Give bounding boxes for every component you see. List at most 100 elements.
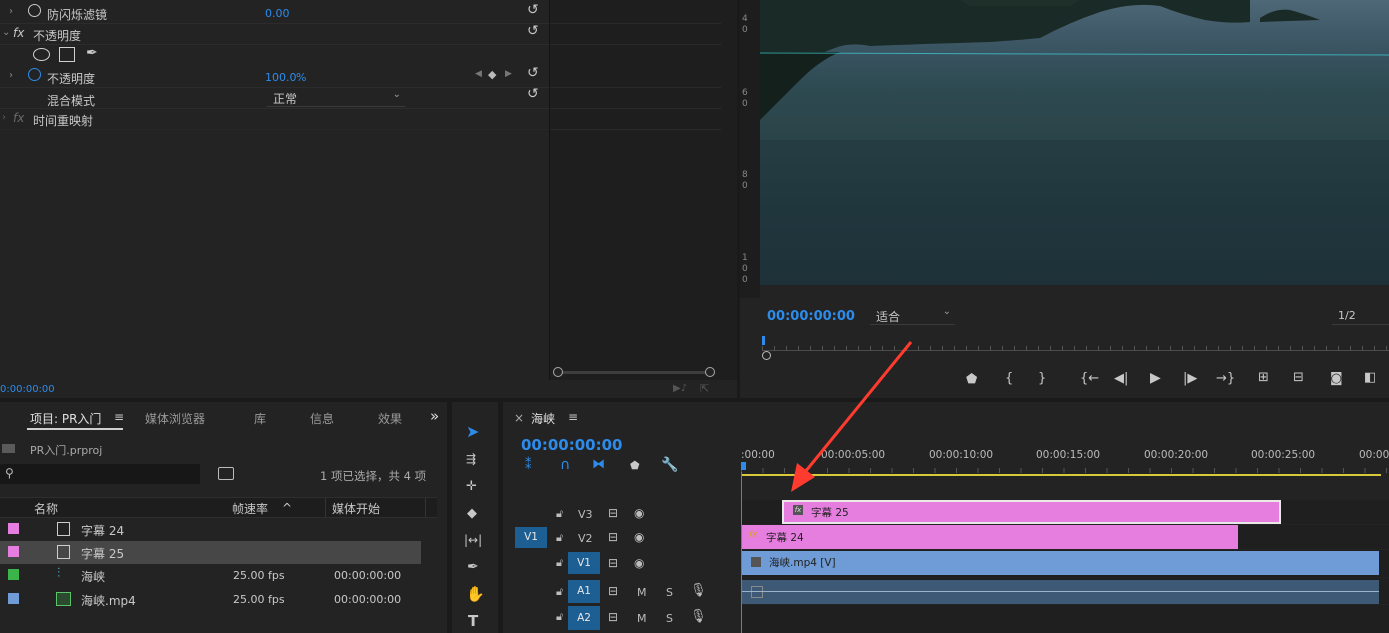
tab-sequence[interactable]: 海峡 — [531, 410, 555, 427]
sync-lock-icon[interactable]: ⊟ — [608, 556, 618, 570]
label-color-swatch[interactable] — [8, 523, 19, 534]
reset-icon[interactable]: ↺ — [527, 86, 539, 102]
program-timecode[interactable]: 00:00:00:00 — [767, 309, 855, 324]
label-color-swatch[interactable] — [8, 546, 19, 557]
sync-lock-icon[interactable]: ⊟ — [608, 506, 618, 520]
label-color-swatch[interactable] — [8, 569, 19, 580]
track-name[interactable]: V2 — [578, 532, 593, 545]
mark-in-icon[interactable]: { — [1005, 372, 1013, 386]
more-tabs-icon[interactable]: » — [430, 407, 439, 425]
pen-tool-icon[interactable]: ✒ — [467, 559, 479, 575]
add-keyframe-icon[interactable]: ◆ — [488, 68, 496, 81]
tab-libraries[interactable]: 库 — [254, 410, 266, 427]
hand-tool-icon[interactable]: ✋ — [466, 585, 485, 603]
linked-selection-icon[interactable]: ⧓ — [592, 457, 605, 472]
list-item[interactable]: 字幕 25 — [0, 541, 421, 564]
prev-keyframe-icon[interactable]: ◀ — [475, 69, 482, 79]
title-clip-v2[interactable]: fx 字幕 24 — [742, 525, 1238, 549]
track-name[interactable]: V1 — [568, 552, 600, 574]
audio-clip-a1[interactable] — [742, 580, 1379, 604]
effect-mini-timeline[interactable] — [550, 0, 737, 380]
source-patch-v1[interactable]: V1 — [515, 527, 547, 548]
mute-button[interactable]: M — [637, 612, 647, 625]
playhead-marker[interactable] — [741, 462, 746, 470]
title-clip-v3[interactable]: fx 字幕 25 — [782, 500, 1281, 524]
lock-icon[interactable]: 🔓︎ — [556, 531, 563, 545]
expand-arrow-icon[interactable]: › — [9, 70, 13, 81]
track-lane-a2[interactable] — [742, 605, 1389, 633]
mute-button[interactable]: M — [637, 586, 647, 599]
audio-filter-icon[interactable]: ▶♪ — [673, 383, 687, 394]
column-frame-rate[interactable]: 帧速率 — [232, 500, 268, 517]
reset-icon[interactable]: ↺ — [527, 2, 539, 18]
ellipse-mask-icon[interactable] — [33, 48, 50, 61]
extract-icon[interactable]: ⊟ — [1293, 371, 1304, 385]
eye-icon[interactable]: ◉ — [634, 530, 644, 544]
tab-menu-icon[interactable]: ≡ — [114, 410, 124, 424]
zoom-scrollbar[interactable] — [553, 367, 715, 377]
anti-flicker-value[interactable]: 0.00 — [265, 7, 290, 20]
mark-out-icon[interactable]: } — [1038, 372, 1046, 386]
compare-view-icon[interactable]: ◧ — [1364, 371, 1376, 385]
solo-button[interactable]: S — [666, 586, 673, 599]
zoom-handle[interactable] — [762, 351, 771, 360]
track-name[interactable]: A2 — [568, 606, 600, 630]
tab-effects[interactable]: 效果 — [378, 410, 402, 427]
lock-icon[interactable]: 🔓︎ — [556, 610, 563, 624]
track-name[interactable]: V3 — [578, 508, 593, 521]
stopwatch-icon[interactable] — [28, 4, 41, 17]
eye-icon[interactable]: ◉ — [634, 506, 644, 520]
export-frame-camera-icon[interactable]: ◙ — [1330, 372, 1343, 386]
list-item[interactable]: ⫶ 海峡 25.00 fps 00:00:00:00 — [0, 564, 421, 588]
reset-icon[interactable]: ↺ — [527, 23, 539, 39]
scrollbar-handle-left[interactable] — [553, 367, 563, 377]
play-icon[interactable]: ▶ — [1150, 371, 1161, 385]
selection-tool-icon[interactable]: ➤ — [466, 422, 479, 441]
sequence-timecode[interactable]: 00:00:00:00 — [521, 436, 623, 454]
blend-mode-dropdown[interactable]: 正常 ⌄ — [267, 89, 405, 107]
expand-arrow-icon[interactable]: ⌄ — [2, 27, 10, 38]
playhead-marker[interactable] — [762, 336, 765, 345]
step-back-icon[interactable]: ◀| — [1114, 372, 1128, 386]
next-keyframe-icon[interactable]: ▶ — [505, 69, 512, 79]
razor-tool-icon[interactable]: ◆ — [467, 506, 477, 521]
video-clip-v1[interactable]: 海峡.mp4 [V] — [742, 551, 1379, 575]
add-marker-icon[interactable]: ⬟ — [630, 459, 640, 472]
resolution-dropdown[interactable]: 1/2 — [1332, 306, 1389, 325]
expand-arrow-icon[interactable]: › — [2, 112, 6, 123]
expand-arrow-icon[interactable]: › — [9, 6, 13, 17]
fit-dropdown[interactable]: 适合 ⌄ — [870, 306, 955, 325]
wrench-settings-icon[interactable]: 🔧 — [661, 457, 678, 473]
step-forward-icon[interactable]: |▶ — [1183, 372, 1197, 386]
track-select-tool-icon[interactable]: ⇶ — [466, 452, 476, 466]
slip-tool-icon[interactable]: |↔| — [464, 533, 482, 547]
label-color-swatch[interactable] — [8, 593, 19, 604]
lift-icon[interactable]: ⊞ — [1258, 371, 1269, 385]
pen-mask-icon[interactable]: ✒ — [86, 45, 98, 61]
tab-media-browser[interactable]: 媒体浏览器 — [145, 410, 205, 427]
column-media-start[interactable]: 媒体开始 — [332, 500, 380, 517]
tab-info[interactable]: 信息 — [310, 410, 334, 427]
lock-icon[interactable]: 🔓︎ — [556, 585, 563, 599]
ripple-edit-tool-icon[interactable]: ✛ — [466, 479, 477, 494]
sync-lock-icon[interactable]: ⊟ — [608, 610, 618, 624]
tab-menu-icon[interactable]: ≡ — [568, 410, 578, 424]
sync-lock-icon[interactable]: ⊟ — [608, 530, 618, 544]
close-tab-icon[interactable]: × — [514, 411, 524, 425]
sync-lock-icon[interactable]: ⊟ — [608, 584, 618, 598]
effect-timecode[interactable]: 0:00:00:00 — [0, 384, 55, 395]
fx-badge-icon[interactable]: fx — [13, 26, 24, 40]
reset-icon[interactable]: ↺ — [527, 65, 539, 81]
lock-icon[interactable]: 🔓︎ — [556, 556, 563, 570]
snap-icon[interactable]: ∩ — [560, 457, 570, 473]
opacity-value[interactable]: 100.0 — [265, 71, 297, 84]
export-icon[interactable]: ⇱ — [700, 382, 709, 395]
add-marker-icon[interactable]: ⬟ — [966, 373, 977, 387]
stopwatch-active-icon[interactable] — [28, 68, 41, 81]
go-to-in-icon[interactable]: {← — [1080, 372, 1099, 386]
sort-ascending-icon[interactable]: ^ — [282, 501, 292, 515]
track-name[interactable]: A1 — [568, 580, 600, 603]
find-icon[interactable] — [218, 467, 234, 480]
type-tool-icon[interactable]: T — [468, 612, 478, 630]
scrollbar-handle-right[interactable] — [705, 367, 715, 377]
